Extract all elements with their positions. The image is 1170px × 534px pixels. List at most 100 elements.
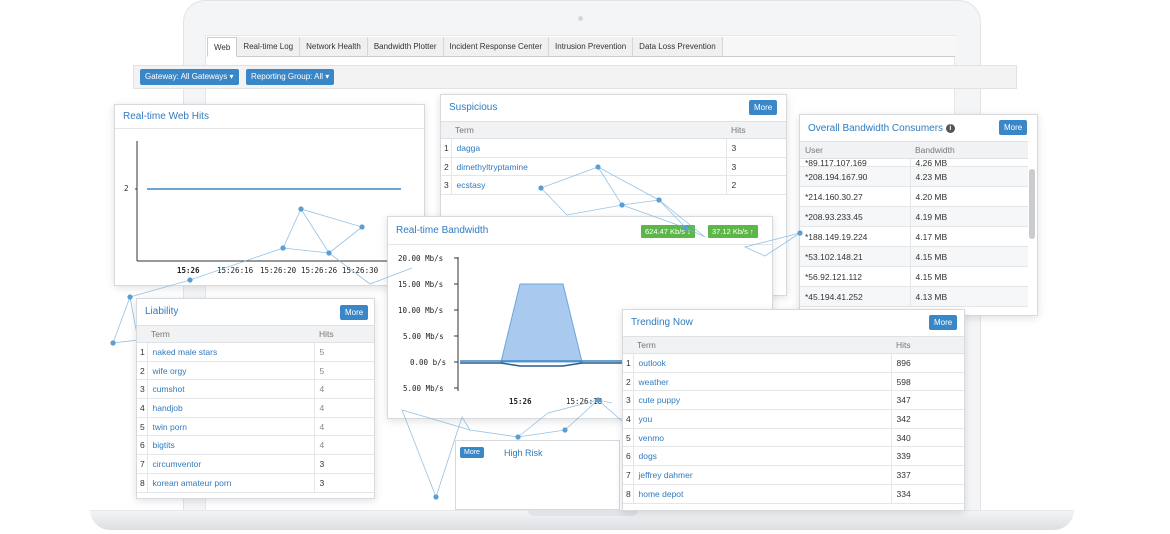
term-link[interactable]: cute puppy — [633, 390, 892, 411]
bw-value: 4.13 MB — [910, 286, 1028, 307]
table-row[interactable]: 5 twin porn 4 — [137, 417, 374, 437]
x-tick-label: 15:26:30 — [342, 266, 379, 275]
more-button[interactable]: More — [929, 315, 958, 330]
table-row[interactable]: 1 dagga 3 — [441, 138, 786, 158]
row-index: 1 — [623, 353, 634, 373]
user-value: *214.160.30.27 — [800, 186, 911, 207]
row-index: 2 — [441, 157, 452, 177]
table-row[interactable]: 7 circumventor 3 — [137, 454, 374, 474]
column-header: Term — [137, 325, 314, 343]
more-button[interactable]: More — [999, 120, 1028, 135]
table-row[interactable]: *53.102.148.21 4.15 MB — [800, 246, 1028, 267]
row-index: 3 — [623, 390, 634, 411]
high-risk-panel: More High Risk — [455, 440, 620, 510]
tab-real-time-log[interactable]: Real-time Log — [237, 37, 301, 56]
term-link[interactable]: dagga — [451, 138, 727, 158]
term-link[interactable]: twin porn — [147, 417, 315, 437]
table-row[interactable]: *89.117.107.169 4.26 MB — [800, 158, 1028, 167]
column-header: Bandwidth — [910, 141, 1028, 159]
tab-data-loss-prevention[interactable]: Data Loss Prevention — [633, 37, 723, 56]
term-link[interactable]: bigtits — [147, 435, 315, 456]
trending-panel: Trending Now More Term Hits 1 outlook 896 2… — [622, 309, 965, 511]
term-link[interactable]: ecstasy — [451, 175, 727, 196]
y-tick-label: 0.00 b/s — [410, 358, 447, 367]
table-row[interactable]: *208.93.233.45 4.19 MB — [800, 206, 1028, 227]
y-tick-label: 10.00 Mb/s — [398, 306, 444, 315]
row-index: 5 — [623, 428, 634, 448]
hits-value: 339 — [891, 446, 964, 467]
row-index: 3 — [137, 379, 148, 400]
user-value: *89.117.107.169 — [800, 158, 911, 167]
table-row[interactable]: 5 venmo 340 — [623, 428, 964, 448]
hits-value: 347 — [891, 390, 964, 411]
term-link[interactable]: home depot — [633, 484, 892, 504]
user-value: *188.149.19.224 — [800, 226, 911, 247]
tab-incident-response-center[interactable]: Incident Response Center — [443, 37, 550, 56]
term-link[interactable]: weather — [633, 372, 892, 392]
table-row[interactable]: 6 dogs 339 — [623, 446, 964, 467]
table-row[interactable]: 3 cute puppy 347 — [623, 390, 964, 411]
term-link[interactable]: dogs — [633, 446, 892, 467]
table-row[interactable]: 4 you 342 — [623, 409, 964, 429]
more-button[interactable]: More — [460, 447, 484, 458]
table-row[interactable]: 8 home depot 334 — [623, 484, 964, 504]
term-link[interactable]: naked male stars — [147, 342, 315, 362]
table-row[interactable]: 1 outlook 896 — [623, 353, 964, 373]
bw-value: 4.17 MB — [910, 226, 1028, 247]
hits-value: 598 — [891, 372, 964, 392]
table-row[interactable]: 3 ecstasy 2 — [441, 175, 786, 196]
table-row[interactable]: *188.149.19.224 4.17 MB — [800, 226, 1028, 247]
more-button[interactable]: More — [340, 305, 369, 320]
term-link[interactable]: handjob — [147, 398, 315, 418]
reporting-group-dropdown[interactable]: Reporting Group: All ▾ — [246, 69, 335, 85]
hits-value: 340 — [891, 428, 964, 448]
table-row[interactable]: 2 wife orgy 5 — [137, 361, 374, 381]
y-tick-label: 2 — [124, 184, 129, 193]
table-row[interactable]: *208.194.167.90 4.23 MB — [800, 166, 1028, 187]
row-index: 1 — [441, 138, 452, 158]
user-value: *45.194.41.252 — [800, 286, 911, 307]
tab-bandwidth-plotter[interactable]: Bandwidth Plotter — [367, 37, 444, 56]
table-row[interactable]: 4 handjob 4 — [137, 398, 374, 418]
table-row[interactable]: 2 weather 598 — [623, 372, 964, 392]
y-tick-label: 15.00 Mb/s — [398, 280, 444, 289]
tab-intrusion-prevention[interactable]: Intrusion Prevention — [549, 37, 634, 56]
web-hits-chart — [135, 141, 405, 262]
more-button[interactable]: More — [749, 100, 778, 115]
term-link[interactable]: jeffrey dahmer — [633, 465, 892, 485]
gateway-dropdown[interactable]: Gateway: All Gateways ▾ — [140, 69, 239, 85]
table-row[interactable]: 6 bigtits 4 — [137, 435, 374, 456]
x-tick-label: 15:26:16 — [217, 266, 254, 275]
table-row[interactable]: 3 cumshot 4 — [137, 379, 374, 400]
user-value: *56.92.121.112 — [800, 266, 911, 287]
hits-value: 4 — [314, 417, 374, 437]
scrollbar-thumb[interactable] — [1029, 169, 1035, 239]
term-link[interactable]: circumventor — [147, 454, 315, 474]
column-header: Hits — [726, 121, 786, 139]
term-link[interactable]: wife orgy — [147, 361, 315, 381]
panel-title: Liability — [145, 306, 179, 317]
table-row[interactable]: 8 korean amateur porn 3 — [137, 473, 374, 493]
row-index: 5 — [137, 417, 148, 437]
term-link[interactable]: you — [633, 409, 892, 429]
row-index: 8 — [137, 473, 148, 493]
term-link[interactable]: outlook — [633, 353, 892, 373]
hits-value: 5 — [314, 361, 374, 381]
term-link[interactable]: cumshot — [147, 379, 315, 400]
row-index: 6 — [137, 435, 148, 456]
table-row[interactable]: *214.160.30.27 4.20 MB — [800, 186, 1028, 207]
table-row[interactable]: 2 dimethyltryptamine 3 — [441, 157, 786, 177]
info-icon[interactable]: i — [945, 123, 955, 133]
panel-title: Overall Bandwidth Consumers i — [808, 123, 955, 134]
table-row[interactable]: *56.92.121.112 4.15 MB — [800, 266, 1028, 287]
column-header: Hits — [314, 325, 374, 343]
term-link[interactable]: venmo — [633, 428, 892, 448]
table-row[interactable]: 7 jeffrey dahmer 337 — [623, 465, 964, 485]
table-row[interactable]: 1 naked male stars 5 — [137, 342, 374, 362]
tab-network-health[interactable]: Network Health — [300, 37, 368, 56]
term-link[interactable]: dimethyltryptamine — [451, 157, 727, 177]
table-row[interactable]: *45.194.41.252 4.13 MB — [800, 286, 1028, 307]
column-header: Term — [623, 336, 891, 354]
tab-web[interactable]: Web — [207, 37, 238, 57]
term-link[interactable]: korean amateur porn — [147, 473, 315, 493]
